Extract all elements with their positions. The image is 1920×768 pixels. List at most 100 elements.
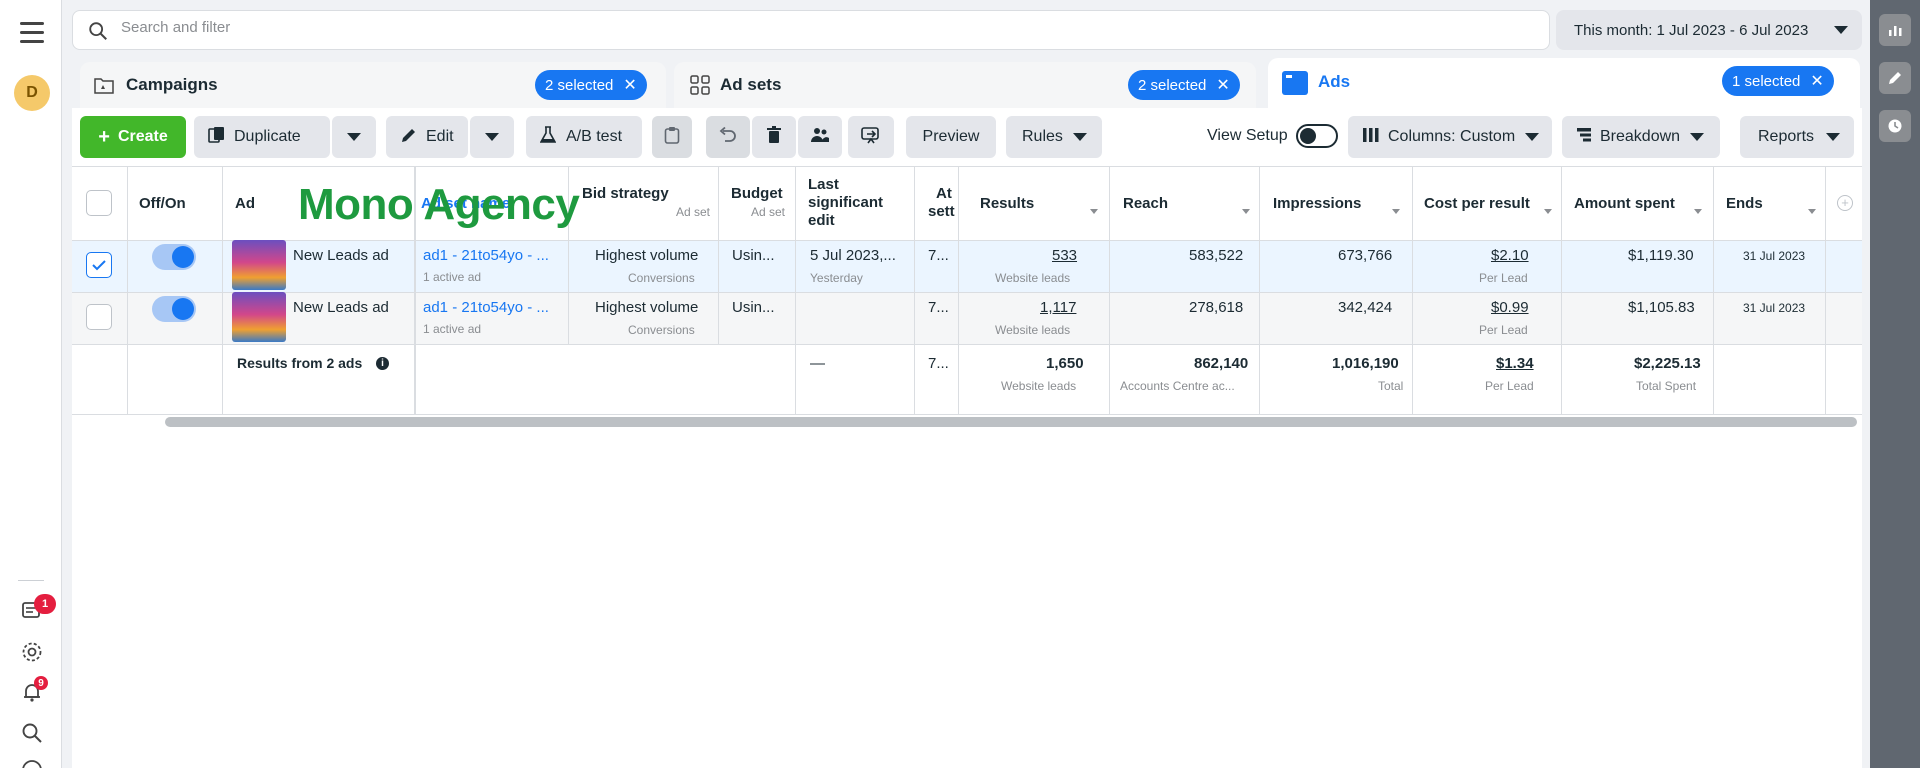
column-header-budget[interactable]: Budget (731, 185, 783, 202)
totals-results: 1,650 (1046, 355, 1084, 372)
rules-button[interactable]: Rules (1006, 116, 1102, 158)
tab-campaigns[interactable]: Campaigns 2 selected ✕ (80, 62, 666, 108)
date-range-picker[interactable]: This month: 1 Jul 2023 - 6 Jul 2023 (1556, 10, 1862, 50)
column-header-cost-per-result[interactable]: Cost per result (1424, 195, 1530, 212)
ad-set-sub: 1 active ad (423, 270, 482, 284)
ends-value: 31 Jul 2023 (1743, 301, 1806, 315)
column-header-attribution[interactable]: At (936, 185, 952, 202)
delete-button[interactable] (752, 116, 796, 158)
chevron-down-icon (1525, 133, 1540, 141)
table-top-border (72, 166, 1862, 167)
column-header-ad[interactable]: Ad (235, 195, 255, 212)
ad-toggle[interactable] (152, 244, 196, 270)
row-checkbox[interactable] (86, 304, 112, 330)
view-setup-toggle[interactable] (1296, 124, 1338, 148)
column-header-ends[interactable]: Ends (1726, 195, 1763, 212)
duplicate-dropdown[interactable] (332, 116, 376, 158)
col-divider (958, 166, 959, 414)
breakdown-label: Breakdown (1600, 128, 1681, 145)
tab-ads[interactable]: Ads 1 selected ✕ (1268, 58, 1860, 110)
cpr-value[interactable]: $2.10 (1491, 247, 1529, 264)
export-button[interactable] (848, 116, 894, 158)
pencil-icon[interactable] (1879, 62, 1911, 94)
row-checkbox[interactable] (86, 252, 112, 278)
ad-name[interactable]: New Leads ad (293, 247, 389, 264)
column-header-reach[interactable]: Reach (1123, 195, 1168, 212)
ad-set-name-link[interactable]: ad1 - 21to54yo - ... (423, 299, 549, 316)
breakdown-button[interactable]: Breakdown (1562, 116, 1720, 158)
reach-value: 583,522 (1189, 247, 1244, 264)
bell-badge: 9 (34, 676, 48, 690)
create-button[interactable]: + Create (80, 116, 186, 158)
search-icon (87, 20, 109, 46)
chevron-down-icon (1826, 133, 1841, 141)
ad-set-name-link[interactable]: ad1 - 21to54yo - ... (423, 247, 549, 264)
search-input[interactable] (121, 19, 1321, 36)
gear-icon[interactable] (20, 640, 44, 664)
preview-button[interactable]: Preview (906, 116, 996, 158)
edit-button[interactable]: Edit (386, 116, 468, 158)
date-range-label: This month: 1 Jul 2023 - 6 Jul 2023 (1574, 21, 1809, 39)
selected-pill-campaigns[interactable]: 2 selected ✕ (535, 70, 647, 100)
columns-button[interactable]: Columns: Custom (1348, 116, 1552, 158)
sort-icon[interactable] (1544, 201, 1552, 218)
results-value[interactable]: 533 (1052, 247, 1077, 264)
menu-icon[interactable] (20, 22, 44, 44)
cpr-value[interactable]: $0.99 (1491, 299, 1529, 316)
sort-icon[interactable] (1090, 201, 1098, 218)
clock-icon[interactable] (1879, 110, 1911, 142)
chart-icon[interactable] (1879, 14, 1911, 46)
selected-pill-ad-sets[interactable]: 2 selected ✕ (1128, 70, 1240, 100)
info-icon[interactable]: i (376, 357, 389, 370)
column-header-off-on[interactable]: Off/On (139, 195, 186, 212)
tab-ad-sets[interactable]: Ad sets 2 selected ✕ (674, 62, 1256, 108)
sort-icon[interactable] (1694, 201, 1702, 218)
pill-label: 2 selected (545, 76, 614, 94)
help-icon[interactable] (20, 758, 44, 768)
results-value[interactable]: 1,117 (1040, 299, 1076, 316)
toggle-knob (1300, 128, 1316, 144)
last-edit: 5 Jul 2023,... (810, 247, 896, 264)
left-navigation: D 1 9 (0, 0, 62, 768)
column-header-bid-strategy[interactable]: Bid strategy (582, 185, 669, 202)
ab-test-button[interactable]: A/B test (526, 116, 642, 158)
sort-icon[interactable] (1808, 201, 1816, 218)
ad-thumbnail[interactable] (232, 240, 286, 290)
duplicate-button[interactable]: Duplicate (194, 116, 330, 158)
totals-cpr[interactable]: $1.34 (1496, 355, 1534, 372)
results-sub: Website leads (995, 271, 1071, 285)
ad-toggle[interactable] (152, 296, 196, 322)
selected-pill-ads[interactable]: 1 selected ✕ (1722, 66, 1834, 96)
clipboard-button[interactable] (652, 116, 692, 158)
col-divider (795, 166, 796, 414)
avatar[interactable]: D (14, 75, 50, 111)
edit-dropdown[interactable] (470, 116, 514, 158)
close-icon[interactable]: ✕ (623, 75, 636, 95)
column-header-impressions[interactable]: Impressions (1273, 195, 1361, 212)
totals-spent-sub: Total Spent (1636, 379, 1697, 393)
select-all-checkbox[interactable] (86, 190, 112, 216)
attribution: 7... (928, 247, 949, 264)
undo-button[interactable] (706, 116, 750, 158)
column-header-results[interactable]: Results (980, 195, 1034, 212)
sort-icon[interactable] (1392, 201, 1400, 218)
column-header-last-edit-line: edit (808, 212, 835, 229)
horizontal-scrollbar[interactable] (165, 417, 1857, 427)
ad-thumbnail[interactable] (232, 292, 286, 342)
ad-name[interactable]: New Leads ad (293, 299, 389, 316)
col-divider (1259, 166, 1260, 414)
column-header-last-edit[interactable]: Last (808, 176, 839, 193)
right-side-panel (1870, 0, 1920, 768)
reports-button[interactable]: Reports (1740, 116, 1854, 158)
folder-icon (94, 76, 114, 98)
search-icon[interactable] (20, 721, 44, 745)
column-header-amount-spent[interactable]: Amount spent (1574, 195, 1675, 212)
add-column-icon[interactable]: + (1837, 195, 1853, 211)
close-icon[interactable]: ✕ (1216, 75, 1229, 95)
close-icon[interactable]: ✕ (1810, 71, 1823, 91)
pencil-icon (400, 126, 418, 149)
audience-button[interactable] (798, 116, 842, 158)
sort-icon[interactable] (1242, 201, 1250, 218)
col-divider (127, 166, 128, 414)
column-subheader: Ad set (751, 205, 786, 219)
